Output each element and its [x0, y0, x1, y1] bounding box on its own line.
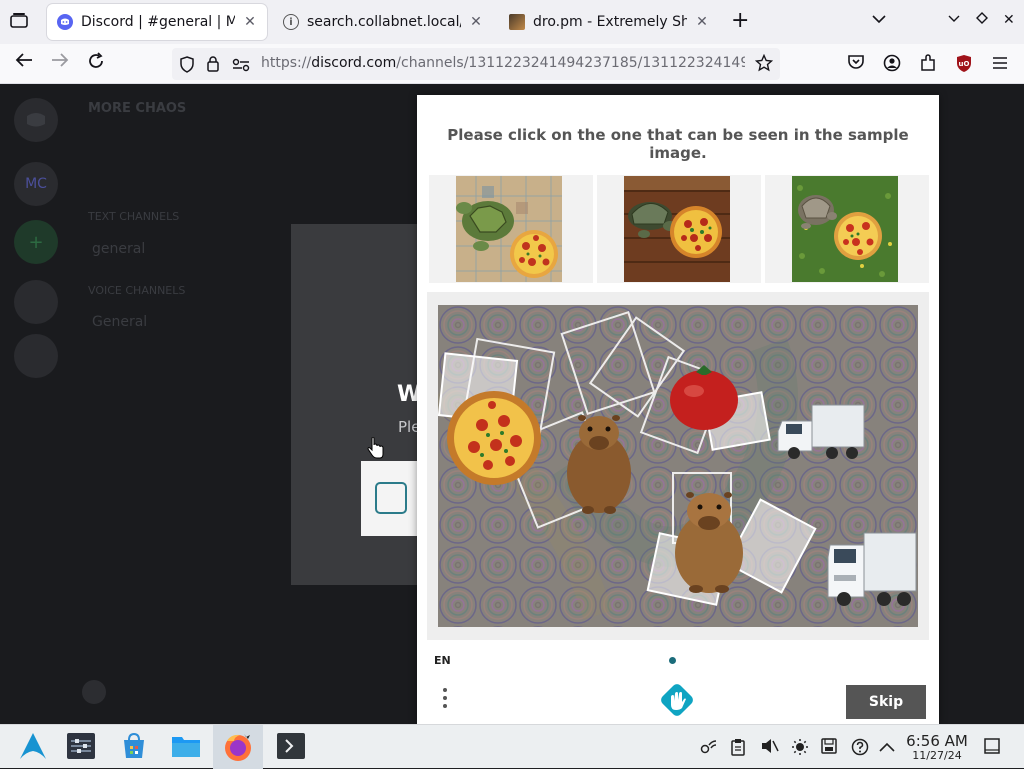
help-icon[interactable] — [851, 738, 869, 760]
firefox-taskbar-icon[interactable] — [213, 725, 263, 769]
discord-icon — [57, 14, 73, 30]
clipboard-icon[interactable] — [731, 738, 745, 760]
file-manager-icon[interactable] — [171, 731, 201, 761]
hcaptcha-challenge: Please click on the one that can be seen… — [417, 95, 939, 724]
url-bar[interactable]: https://discord.com/channels/13112232414… — [172, 48, 780, 80]
close-tab-icon[interactable]: ✕ — [695, 14, 709, 30]
download-apps-icon[interactable] — [14, 334, 58, 378]
channel-general[interactable]: general — [92, 241, 145, 257]
url-text: https://discord.com/channels/13112232414… — [261, 55, 745, 71]
mouse-cursor-icon — [366, 436, 386, 465]
discord-home-icon[interactable] — [14, 98, 58, 142]
discover-icon[interactable] — [14, 280, 58, 324]
window-minimize-icon[interactable] — [948, 12, 960, 28]
tab-list-icon[interactable] — [872, 12, 886, 28]
hamburger-menu-icon[interactable] — [988, 54, 1012, 75]
tab-overview-icon[interactable] — [10, 12, 28, 32]
back-icon[interactable] — [12, 52, 36, 73]
svg-text:uO: uO — [959, 60, 970, 68]
language-selector[interactable]: EN — [434, 654, 451, 667]
info-icon: i — [283, 14, 299, 30]
sample-image-3 — [765, 175, 929, 283]
challenge-prompt: Please click on the one that can be seen… — [447, 126, 909, 162]
application-launcher-icon[interactable] — [18, 731, 48, 761]
challenge-image[interactable] — [438, 305, 918, 627]
challenge-image-area — [427, 292, 929, 640]
pocket-icon[interactable] — [844, 54, 868, 75]
tab-discord[interactable]: Discord | #general | MOR ✕ — [47, 4, 267, 40]
pizza-object — [447, 391, 541, 485]
ublock-icon[interactable]: uO — [952, 54, 976, 78]
hcaptcha-checkbox-card — [361, 461, 421, 536]
channel-general-voice[interactable]: General — [92, 314, 147, 330]
window-close-icon[interactable]: ✕ — [1003, 12, 1015, 28]
browser-tab-strip: Discord | #general | MOR ✕ i search.coll… — [0, 0, 1024, 44]
system-settings-icon[interactable] — [66, 731, 96, 761]
sample-image-2 — [597, 175, 761, 283]
software-store-icon[interactable] — [119, 731, 149, 761]
permissions-icon[interactable] — [232, 57, 250, 76]
hcaptcha-logo-icon[interactable] — [660, 683, 694, 717]
navigation-toolbar: https://discord.com/channels/13112232414… — [0, 44, 1024, 84]
server-icon[interactable]: MC — [14, 162, 58, 206]
window-maximize-icon[interactable] — [976, 12, 988, 28]
tab-search[interactable]: i search.collabnet.local/ ✕ — [273, 4, 493, 40]
bookmark-star-icon[interactable] — [754, 53, 774, 76]
hcaptcha-checkbox[interactable] — [375, 482, 407, 514]
channels-header: TEXT CHANNELS — [88, 210, 180, 223]
channels-header: VOICE CHANNELS — [88, 284, 186, 297]
new-tab-button[interactable]: + — [731, 8, 749, 33]
forward-icon[interactable] — [48, 52, 72, 73]
dro-favicon — [509, 14, 525, 30]
shield-icon[interactable] — [179, 56, 195, 77]
tab-title: Discord | #general | MOR — [81, 14, 235, 30]
brightness-icon[interactable] — [791, 738, 809, 760]
close-tab-icon[interactable]: ✕ — [243, 14, 257, 30]
reload-icon[interactable] — [84, 52, 108, 75]
sample-image-1 — [429, 175, 593, 283]
url-host: discord.com — [311, 55, 397, 71]
lock-icon[interactable] — [206, 55, 220, 76]
skip-button[interactable]: Skip — [846, 685, 926, 719]
page-indicator-dot — [669, 657, 676, 664]
avatar[interactable] — [82, 680, 106, 704]
url-prefix: https:// — [261, 55, 312, 71]
terminal-icon[interactable] — [276, 731, 306, 761]
add-server-icon[interactable]: + — [14, 220, 58, 264]
tab-dro[interactable]: dro.pm - Extremely Short L ✕ — [499, 4, 719, 40]
system-taskbar: 6:56 AM 11/27/24 — [0, 724, 1024, 769]
server-name[interactable]: MORE CHAOS — [88, 101, 186, 116]
clock-time[interactable]: 6:56 AM — [904, 732, 970, 750]
tray-expand-icon[interactable] — [879, 738, 895, 756]
network-icon[interactable] — [700, 738, 718, 758]
extensions-icon[interactable] — [916, 54, 940, 77]
volume-muted-icon[interactable] — [761, 738, 779, 758]
clock-date[interactable]: 11/27/24 — [904, 749, 970, 762]
account-icon[interactable] — [880, 54, 904, 77]
show-desktop-icon[interactable] — [984, 738, 1000, 758]
url-path: /channels/1311223241494237185/1311223241… — [396, 55, 745, 71]
tab-title: search.collabnet.local/ — [307, 14, 461, 30]
storage-icon[interactable] — [821, 738, 837, 758]
tab-title: dro.pm - Extremely Short L — [533, 14, 687, 30]
more-options-icon[interactable] — [441, 688, 449, 712]
close-tab-icon[interactable]: ✕ — [469, 14, 483, 30]
